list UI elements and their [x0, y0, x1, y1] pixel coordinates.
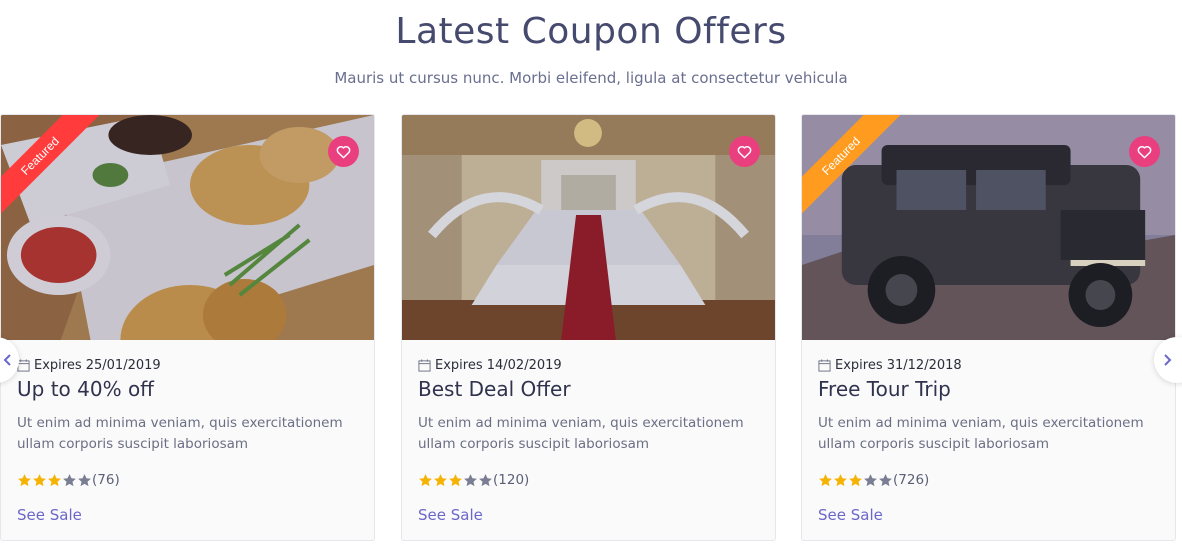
expiry-date: Expires 25/01/2019 [34, 357, 161, 373]
expiry-line: Expires 25/01/2019 [17, 356, 358, 374]
heart-icon [737, 145, 752, 158]
card-description: Ut enim ad minima veniam, quis exercitat… [818, 415, 1144, 452]
coupon-card[interactable]: Expires 14/02/2019 Best Deal Offer Ut en… [401, 114, 776, 541]
card-body: Expires 25/01/2019 Up to 40% off Ut enim… [1, 340, 374, 525]
see-sale-link[interactable]: See Sale [818, 506, 883, 524]
rating: (76) [17, 471, 358, 489]
coupon-image[interactable]: Featured [802, 115, 1175, 340]
star-filled-icon [48, 473, 61, 486]
coupon-image[interactable] [402, 115, 775, 340]
see-sale-link[interactable]: See Sale [17, 506, 82, 524]
favorite-button[interactable] [328, 136, 359, 167]
calendar-icon [818, 358, 831, 372]
star-filled-icon [849, 473, 862, 486]
favorite-button[interactable] [1129, 136, 1160, 167]
star-empty-icon [879, 473, 892, 486]
favorite-button[interactable] [729, 136, 760, 167]
card-title[interactable]: Free Tour Trip [818, 376, 1159, 402]
chevron-right-icon [1164, 354, 1172, 366]
card-title[interactable]: Best Deal Offer [418, 376, 759, 402]
coupon-image[interactable]: Featured [1, 115, 374, 340]
star-empty-icon [464, 473, 477, 486]
star-filled-icon [449, 473, 462, 486]
card-body: Expires 31/12/2018 Free Tour Trip Ut eni… [802, 340, 1175, 525]
featured-ribbon: Featured [1, 115, 103, 219]
expiry-date: Expires 14/02/2019 [435, 357, 562, 373]
featured-ribbon-wrap: Featured [802, 115, 912, 225]
card-description: Ut enim ad minima veniam, quis exercitat… [418, 415, 744, 452]
star-empty-icon [864, 473, 877, 486]
star-filled-icon [434, 473, 447, 486]
card-title[interactable]: Up to 40% off [17, 376, 358, 402]
calendar-icon [418, 358, 431, 372]
star-empty-icon [78, 473, 91, 486]
coupon-card[interactable]: Featured Expires 31/12/2018 Free Tour Tr… [801, 114, 1176, 541]
section-subtitle: Mauris ut cursus nunc. Morbi eleifend, l… [334, 69, 848, 87]
expiry-date: Expires 31/12/2018 [835, 357, 962, 373]
star-filled-icon [18, 473, 31, 486]
expiry-line: Expires 14/02/2019 [418, 356, 759, 374]
star-filled-icon [834, 473, 847, 486]
section-title: Latest Coupon Offers [395, 11, 787, 52]
star-empty-icon [63, 473, 76, 486]
heart-icon [1137, 145, 1152, 158]
rating-count: (120) [493, 472, 530, 488]
featured-ribbon-wrap: Featured [1, 115, 111, 225]
star-filled-icon [419, 473, 432, 486]
heart-icon [336, 145, 351, 158]
star-filled-icon [819, 473, 832, 486]
card-description: Ut enim ad minima veniam, quis exercitat… [17, 415, 343, 452]
card-body: Expires 14/02/2019 Best Deal Offer Ut en… [402, 340, 775, 525]
rating-count: (76) [92, 472, 120, 488]
featured-ribbon: Featured [802, 115, 904, 219]
staircase-photo [402, 115, 775, 340]
section-heading: Latest Coupon Offers Mauris ut cursus nu… [0, 10, 1182, 88]
star-filled-icon [33, 473, 46, 486]
rating: (726) [818, 471, 1159, 489]
see-sale-link[interactable]: See Sale [418, 506, 483, 524]
expiry-line: Expires 31/12/2018 [818, 356, 1159, 374]
coupon-card[interactable]: Featured Expires 25/01/2019 Up to 40% of… [0, 114, 375, 541]
rating-count: (726) [893, 472, 930, 488]
star-empty-icon [479, 473, 492, 486]
chevron-left-icon [3, 354, 11, 366]
rating: (120) [418, 471, 759, 489]
